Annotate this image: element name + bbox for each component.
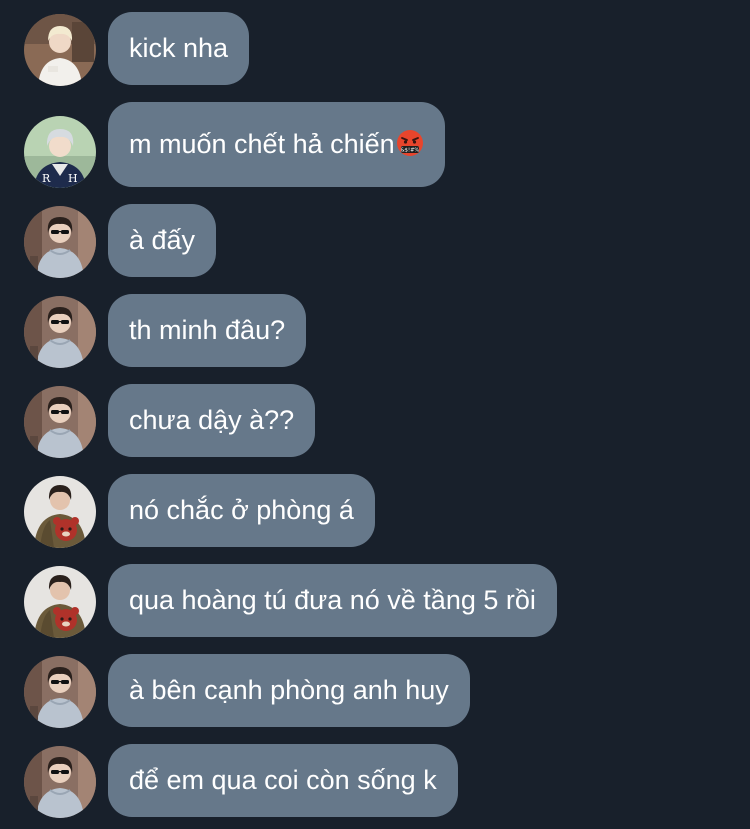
message-bubble[interactable]: th minh đâu? — [108, 294, 307, 367]
message-text: à đấy — [129, 225, 196, 255]
blond-hair-white-shirt-avatar — [24, 14, 96, 86]
message-text: m muốn chết hả chiến — [129, 129, 395, 159]
message-text: à bên cạnh phòng anh huy — [129, 675, 449, 705]
avatar[interactable] — [24, 206, 96, 278]
cursing-face-emoji: &$!#% — [396, 130, 423, 156]
message-text: chưa dậy à?? — [129, 405, 295, 435]
avatar[interactable] — [24, 386, 96, 458]
message-bubble[interactable]: kick nha — [108, 12, 250, 85]
olive-jacket-bear-avatar — [24, 566, 96, 638]
message-bubble[interactable]: à bên cạnh phòng anh huy — [108, 654, 470, 727]
message-text: qua hoàng tú đưa nó về tầng 5 rồi — [129, 585, 536, 615]
message-text: th minh đâu? — [129, 315, 286, 345]
sunglasses-grey-hoodie-avatar — [24, 206, 96, 278]
olive-jacket-bear-avatar — [24, 476, 96, 548]
avatar[interactable] — [24, 566, 96, 638]
message-text: để em qua coi còn sống k — [129, 765, 437, 795]
message-bubble[interactable]: à đấy — [108, 204, 217, 277]
message-text: kick nha — [129, 33, 229, 63]
sunglasses-grey-hoodie-avatar — [24, 746, 96, 818]
sunglasses-grey-hoodie-avatar — [24, 296, 96, 368]
silver-hair-varsity-jacket-avatar — [24, 116, 96, 188]
svg-text:&$!#%: &$!#% — [400, 148, 419, 154]
message-text: nó chắc ở phòng á — [129, 495, 354, 525]
message-bubble[interactable]: chưa dậy à?? — [108, 384, 316, 457]
conversation: kick nha m muốn chết hả chiến &$!#% à đấ… — [0, 0, 750, 829]
sunglasses-grey-hoodie-avatar — [24, 656, 96, 728]
message-bubble[interactable]: nó chắc ở phòng á — [108, 474, 375, 547]
avatar[interactable] — [24, 476, 96, 548]
avatar[interactable] — [24, 656, 96, 728]
avatar[interactable] — [24, 116, 96, 188]
avatar[interactable] — [24, 296, 96, 368]
message-bubble[interactable]: m muốn chết hả chiến &$!#% — [108, 102, 445, 187]
sunglasses-grey-hoodie-avatar — [24, 386, 96, 458]
message-bubble[interactable]: qua hoàng tú đưa nó về tầng 5 rồi — [108, 564, 557, 637]
avatar[interactable] — [24, 14, 96, 86]
avatar[interactable] — [24, 746, 96, 818]
message-bubble[interactable]: để em qua coi còn sống k — [108, 744, 458, 817]
